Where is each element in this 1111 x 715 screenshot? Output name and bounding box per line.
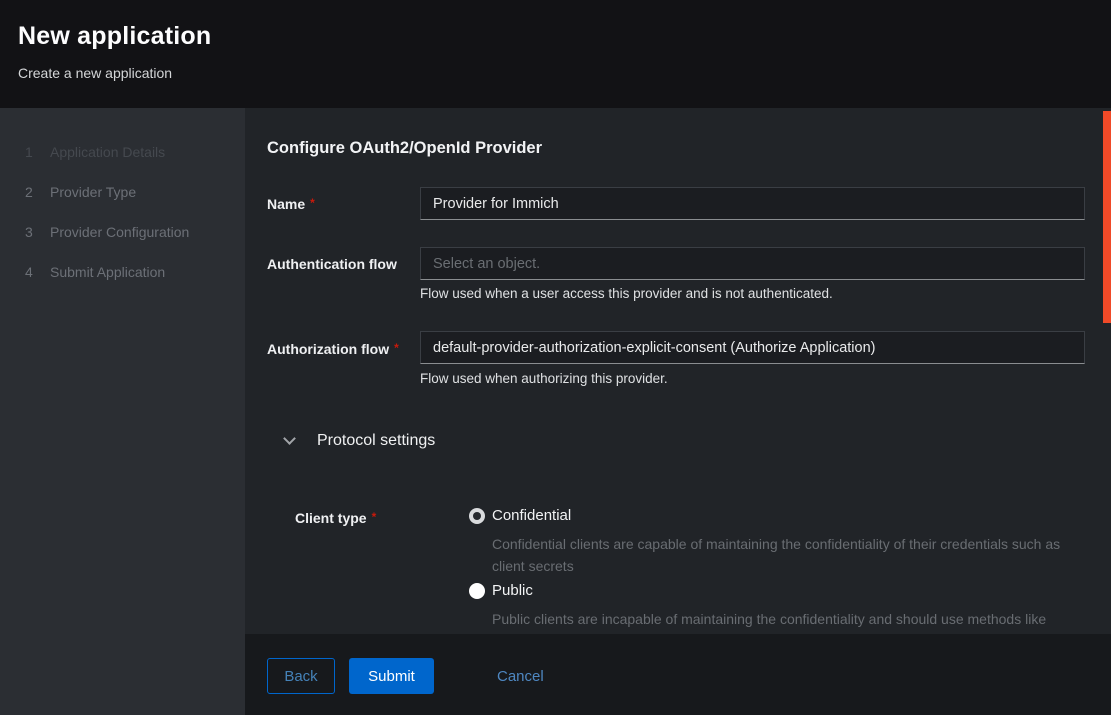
radio-description: Public clients are incapable of maintain… xyxy=(492,608,1074,634)
radio-unselected-icon[interactable] xyxy=(469,583,485,599)
provider-configuration-form: Configure OAuth2/OpenId Provider Name* A… xyxy=(245,108,1111,634)
authentication-flow-input[interactable] xyxy=(420,247,1085,280)
page-subtitle: Create a new application xyxy=(18,65,1111,81)
form-heading: Configure OAuth2/OpenId Provider xyxy=(267,139,542,158)
page-title: New application xyxy=(18,22,1111,51)
step-label: Submit Application xyxy=(50,264,165,280)
step-number: 3 xyxy=(25,224,35,240)
client-type-label: Client type* xyxy=(295,510,376,526)
wizard-steps-sidebar: 1 Application Details 2 Provider Type 3 … xyxy=(0,108,245,715)
wizard-step-provider-type[interactable]: 2 Provider Type xyxy=(0,172,245,212)
client-type-option-confidential[interactable]: Confidential Confidential clients are ca… xyxy=(469,507,1074,577)
required-asterisk: * xyxy=(310,196,315,210)
wizard-footer: Back Submit Cancel xyxy=(245,634,1111,715)
required-asterisk: * xyxy=(372,510,377,524)
authorization-flow-help: Flow used when authorizing this provider… xyxy=(420,371,668,386)
authorization-flow-input[interactable] xyxy=(420,331,1085,364)
authorization-flow-label: Authorization flow* xyxy=(267,341,399,357)
name-label: Name* xyxy=(267,196,315,212)
chevron-down-icon xyxy=(283,432,296,445)
scrollbar-thumb[interactable] xyxy=(1103,111,1111,323)
wizard-step-provider-configuration[interactable]: 3 Provider Configuration xyxy=(0,212,245,252)
wizard-step-submit-application[interactable]: 4 Submit Application xyxy=(0,252,245,292)
radio-description: Confidential clients are capable of main… xyxy=(492,533,1074,577)
name-input[interactable] xyxy=(420,187,1085,220)
step-label: Provider Configuration xyxy=(50,224,189,240)
authentication-flow-help: Flow used when a user access this provid… xyxy=(420,286,833,301)
step-number: 4 xyxy=(25,264,35,280)
radio-label[interactable]: Confidential xyxy=(492,507,571,524)
protocol-settings-label: Protocol settings xyxy=(317,432,435,450)
step-label: Provider Type xyxy=(50,184,136,200)
step-number: 1 xyxy=(25,144,35,160)
cancel-link[interactable]: Cancel xyxy=(497,658,544,694)
step-number: 2 xyxy=(25,184,35,200)
back-button[interactable]: Back xyxy=(267,658,335,694)
radio-selected-icon[interactable] xyxy=(469,508,485,524)
radio-label[interactable]: Public xyxy=(492,582,533,599)
required-asterisk: * xyxy=(394,341,399,355)
step-label: Application Details xyxy=(50,144,165,160)
protocol-settings-toggle[interactable]: Protocol settings xyxy=(285,432,435,450)
client-type-option-public[interactable]: Public Public clients are incapable of m… xyxy=(469,582,1074,634)
submit-button[interactable]: Submit xyxy=(349,658,434,694)
authentication-flow-label: Authentication flow xyxy=(267,256,397,272)
wizard-step-application-details[interactable]: 1 Application Details xyxy=(0,132,245,172)
wizard-header: New application Create a new application xyxy=(0,0,1111,108)
